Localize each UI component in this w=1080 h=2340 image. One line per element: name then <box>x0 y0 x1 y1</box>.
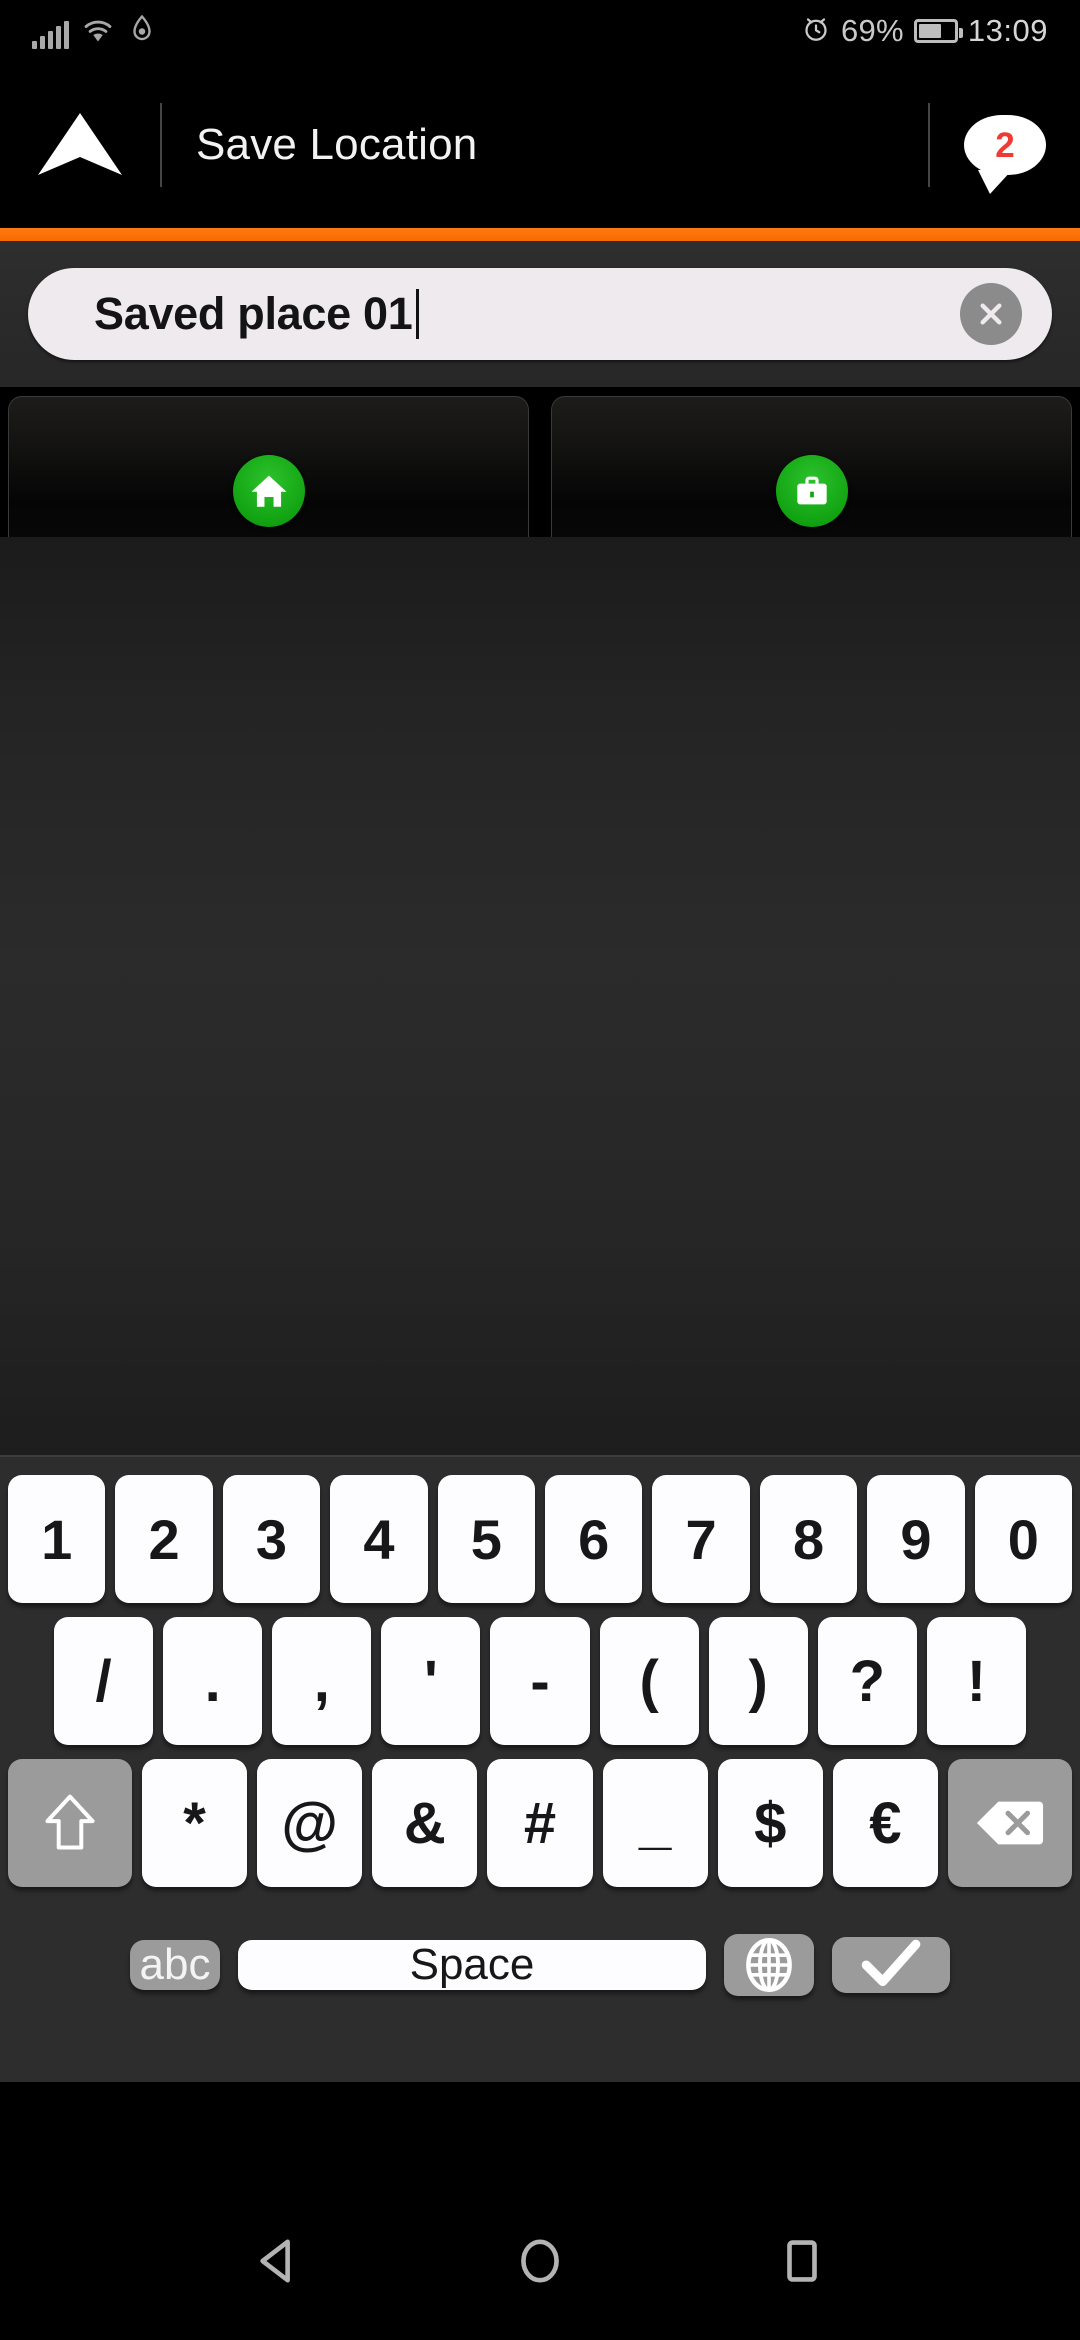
wifi-icon <box>81 16 115 49</box>
key-7[interactable]: 7 <box>652 1475 750 1603</box>
shortcut-buttons-row <box>0 387 1080 586</box>
key-hash[interactable]: # <box>487 1759 593 1887</box>
notification-count-badge: 2 <box>995 125 1015 165</box>
alarm-clock-icon <box>801 14 831 49</box>
android-recents-square-icon <box>787 2240 817 2282</box>
key-euro[interactable]: € <box>832 1759 938 1887</box>
key-underscore[interactable]: _ <box>602 1759 708 1887</box>
map-area-upper[interactable] <box>0 537 1080 962</box>
battery-percent-label: 69% <box>840 13 904 48</box>
key-5[interactable]: 5 <box>437 1475 535 1603</box>
key-paren-close[interactable]: ) <box>708 1617 808 1745</box>
key-apostrophe[interactable]: ' <box>381 1617 481 1745</box>
key-at[interactable]: @ <box>257 1759 363 1887</box>
keyboard-row-bottom: abc Space <box>8 1901 1072 2029</box>
map-area-lower[interactable] <box>0 962 1080 1457</box>
status-bar-right-icons: 69% 13:09 <box>801 13 1048 49</box>
android-home-circle-icon <box>521 2239 559 2283</box>
clear-circle-x-icon[interactable] <box>960 283 1022 345</box>
key-dollar[interactable]: $ <box>717 1759 823 1887</box>
status-bar-clock: 13:09 <box>967 13 1048 48</box>
shift-up-arrow-icon <box>45 1794 95 1850</box>
key-8[interactable]: 8 <box>759 1475 858 1603</box>
back-navigation-button[interactable] <box>0 109 160 181</box>
keyboard-row-punctuation: / . , ' - ( ) ? ! <box>8 1617 1072 1745</box>
key-question[interactable]: ? <box>817 1617 917 1745</box>
nav-home-button[interactable] <box>486 2207 594 2315</box>
android-navigation-bar <box>0 2182 1080 2340</box>
key-1[interactable]: 1 <box>7 1475 106 1603</box>
on-screen-keyboard: 1 2 3 4 5 6 7 8 9 0 / . , ' - ( ) ? ! * … <box>0 1457 1080 2082</box>
switch-to-letters-key[interactable]: abc <box>130 1940 220 1990</box>
space-key[interactable]: Space <box>238 1940 706 1990</box>
location-name-input[interactable]: Saved place 01 <box>28 268 1052 360</box>
key-asterisk[interactable]: * <box>142 1759 248 1887</box>
backspace-key[interactable] <box>947 1759 1072 1887</box>
keyboard-bottom-filler <box>0 2082 1080 2182</box>
shift-key[interactable] <box>8 1759 132 1887</box>
speech-bubble-icon: 2 <box>964 115 1046 194</box>
keyboard-row-numbers: 1 2 3 4 5 6 7 8 9 0 <box>7 1475 1073 1603</box>
app-screen: 69% 13:09 Save Location 2 Saved place 01 <box>0 0 1080 2340</box>
key-comma[interactable]: , <box>272 1617 372 1745</box>
navigation-arrow-icon <box>38 113 122 175</box>
key-4[interactable]: 4 <box>330 1475 428 1603</box>
key-period[interactable]: . <box>163 1617 263 1745</box>
location-name-value: Saved place 01 <box>94 288 960 340</box>
status-bar: 69% 13:09 <box>0 0 1080 62</box>
android-back-triangle-icon <box>260 2239 290 2283</box>
backspace-delete-icon <box>976 1801 1044 1845</box>
language-switch-key[interactable] <box>724 1934 814 1996</box>
keyboard-row-symbols: * @ & # _ $ € <box>8 1759 1072 1887</box>
app-header: Save Location 2 <box>0 62 1080 228</box>
name-field-container: Saved place 01 <box>0 241 1080 387</box>
key-9[interactable]: 9 <box>867 1475 965 1603</box>
battery-icon <box>913 19 963 43</box>
key-2[interactable]: 2 <box>115 1475 213 1603</box>
page-title: Save Location <box>196 120 478 169</box>
key-3[interactable]: 3 <box>222 1475 321 1603</box>
notifications-button[interactable]: 2 <box>930 115 1080 194</box>
key-0[interactable]: 0 <box>974 1475 1073 1603</box>
key-slash[interactable]: / <box>54 1617 154 1745</box>
briefcase-icon <box>775 455 848 527</box>
eye-comfort-icon <box>127 14 157 49</box>
nav-recents-button[interactable] <box>748 2207 856 2315</box>
key-paren-open[interactable]: ( <box>599 1617 699 1745</box>
cellular-signal-icon <box>32 20 69 49</box>
accent-divider <box>0 228 1080 241</box>
key-6[interactable]: 6 <box>545 1475 643 1603</box>
status-bar-left-icons <box>32 14 157 49</box>
nav-back-button[interactable] <box>224 2207 332 2315</box>
done-key[interactable] <box>832 1937 950 1993</box>
key-exclamation[interactable]: ! <box>926 1617 1026 1745</box>
language-globe-icon <box>746 1938 792 1992</box>
checkmark-done-icon <box>861 1939 921 1987</box>
key-ampersand[interactable]: & <box>372 1759 478 1887</box>
text-cursor <box>415 289 419 339</box>
key-hyphen[interactable]: - <box>490 1617 590 1745</box>
home-icon <box>232 455 305 527</box>
